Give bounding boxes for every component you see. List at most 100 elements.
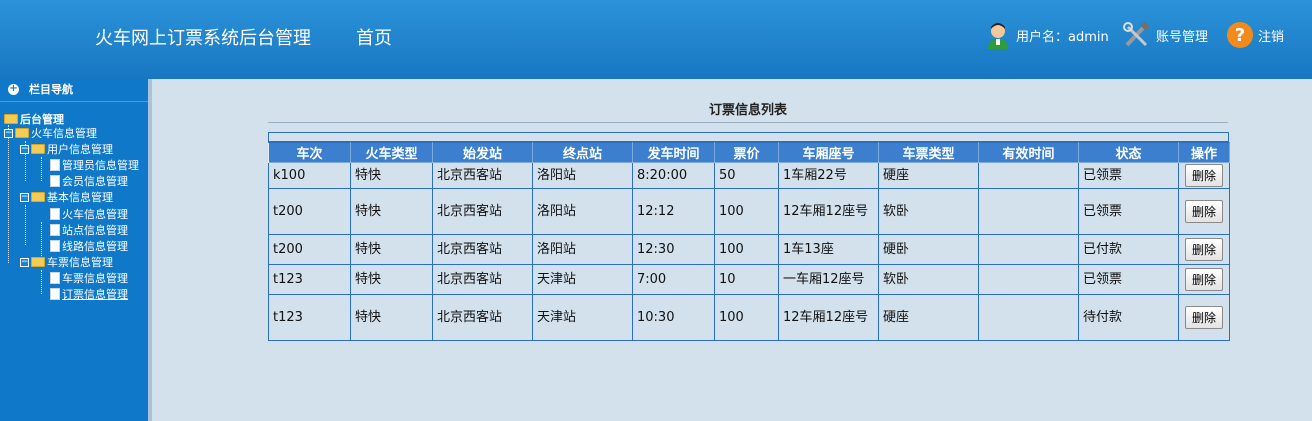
collapse-icon[interactable]: + (8, 83, 19, 95)
table-cell: 软卧 (878, 264, 979, 295)
home-link[interactable]: 首页 (356, 24, 392, 50)
table-cell-actions: 删除 (1178, 234, 1230, 265)
tree-sub-label: 基本信息管理 (47, 191, 113, 204)
user-avatar-icon (988, 23, 1008, 49)
table-cell: k100 (268, 162, 351, 189)
table-cell: 洛阳站 (532, 188, 633, 235)
tree-line (25, 205, 26, 245)
folder-open-icon (31, 144, 45, 154)
sidebar-item-route-info[interactable]: 线路信息管理 (50, 238, 128, 254)
folder-icon (4, 114, 18, 124)
username-label: 用户名：admin (1016, 29, 1109, 45)
sidebar-item-label: 会员信息管理 (62, 175, 128, 188)
table-cell: 已付款 (1078, 234, 1179, 265)
table-cell: t123 (268, 294, 351, 341)
sidebar-splitter[interactable] (148, 79, 152, 421)
table-header-row: 车次 火车类型 始发站 终点站 发车时间 票价 车厢座号 车票类型 有效时间 状态 操作 (268, 142, 1230, 163)
delete-button[interactable]: 删除 (1184, 164, 1223, 187)
table-cell (978, 162, 1079, 189)
table-cell: 特快 (350, 264, 433, 295)
sidebar-item-label: 车票信息管理 (62, 272, 128, 285)
tree-sub-basic[interactable]: − 基本信息管理 (20, 189, 113, 205)
table-cell (978, 264, 1079, 295)
document-icon (50, 175, 60, 187)
table-cell: 已领票 (1078, 188, 1179, 235)
delete-button[interactable]: 删除 (1184, 200, 1223, 223)
tree-group-train[interactable]: − 火车信息管理 (4, 125, 97, 141)
tools-icon (1123, 21, 1150, 47)
table-cell: 硬卧 (878, 234, 979, 265)
account-management-label: 账号管理 (1156, 29, 1209, 45)
table-cell (978, 294, 1079, 341)
table-cell: 10:30 (632, 294, 715, 341)
column-header: 票价 (714, 142, 779, 163)
table-cell: 8:20:00 (632, 162, 715, 189)
document-icon (50, 288, 60, 300)
top-header: 火车网上订票系统后台管理 首页 用户名：admin 账号管理 ? 注销 (0, 0, 1312, 79)
tree-sub-label: 车票信息管理 (47, 256, 113, 269)
document-icon (50, 240, 60, 252)
collapse-toggle-icon[interactable]: − (4, 128, 13, 138)
column-header: 车票类型 (878, 142, 979, 163)
folder-open-icon (15, 128, 29, 138)
table-cell-actions: 删除 (1178, 264, 1230, 295)
help-icon: ? (1227, 22, 1253, 48)
table-body: k100 特快 北京西客站 洛阳站 8:20:00 50 1车厢22号 硬座 已领票 删除 t200… (268, 162, 1230, 341)
sidebar-item-label: 订票信息管理 (62, 288, 128, 301)
sidebar-item-admin-info[interactable]: 管理员信息管理 (50, 157, 139, 173)
logout-label: 注销 (1258, 29, 1285, 45)
tree-line (41, 157, 42, 181)
divider (268, 122, 1228, 123)
table-cell: 50 (714, 162, 779, 189)
table-cell: 特快 (350, 188, 433, 235)
table-cell: t200 (268, 234, 351, 265)
table-cell: t200 (268, 188, 351, 235)
table-cell: t123 (268, 264, 351, 295)
table-row: t200 特快 北京西客站 洛阳站 12:12 100 12车厢12座号 软卧 已领票 删除 (268, 188, 1230, 235)
sidebar-item-order-info[interactable]: 订票信息管理 (50, 286, 128, 302)
tree-sub-user[interactable]: − 用户信息管理 (20, 141, 113, 157)
table-cell: 100 (714, 294, 779, 341)
svg-text:?: ? (1235, 25, 1245, 46)
sidebar-item-label: 线路信息管理 (62, 240, 128, 253)
table-cell: 北京西客站 (432, 188, 533, 235)
tree-line (41, 270, 42, 294)
folder-open-icon (31, 257, 45, 267)
table-cell: 1车厢22号 (778, 162, 879, 189)
table-cell: 12车厢12座号 (778, 188, 879, 235)
table-cell: 100 (714, 234, 779, 265)
column-header: 始发站 (432, 142, 533, 163)
document-icon (50, 208, 60, 220)
table-cell: 12车厢12座号 (778, 294, 879, 341)
delete-button[interactable]: 删除 (1184, 238, 1223, 261)
sidebar-heading-label: 栏目导航 (29, 83, 73, 96)
sidebar-item-label: 火车信息管理 (62, 208, 128, 221)
column-header: 发车时间 (632, 142, 715, 163)
table-cell: 天津站 (532, 294, 633, 341)
document-icon (50, 224, 60, 236)
sidebar-item-member-info[interactable]: 会员信息管理 (50, 173, 128, 189)
collapse-toggle-icon[interactable]: − (20, 257, 29, 267)
delete-button[interactable]: 删除 (1184, 268, 1223, 291)
table-cell: 北京西客站 (432, 264, 533, 295)
order-table: 车次 火车类型 始发站 终点站 发车时间 票价 车厢座号 车票类型 有效时间 状态 操作 k100 特… (268, 142, 1230, 341)
table-cell (978, 188, 1079, 235)
account-management-link[interactable]: 账号管理 (1122, 21, 1208, 49)
table-cell: 特快 (350, 162, 433, 189)
sidebar-item-station-info[interactable]: 站点信息管理 (50, 222, 128, 238)
column-header: 终点站 (532, 142, 633, 163)
sidebar: + 栏目导航 后台管理 − 火车信息管理 − 用户信息管理 管理员信息管理 会员… (0, 79, 148, 421)
delete-button[interactable]: 删除 (1184, 306, 1223, 329)
sidebar-item-label: 站点信息管理 (62, 224, 128, 237)
table-cell: 1车13座 (778, 234, 879, 265)
table-cell: 洛阳站 (532, 162, 633, 189)
sidebar-item-train-info[interactable]: 火车信息管理 (50, 206, 128, 222)
logout-link[interactable]: ? 注销 (1226, 21, 1284, 49)
sidebar-item-ticket-info[interactable]: 车票信息管理 (50, 270, 128, 286)
page-title: 订票信息列表 (708, 103, 787, 118)
collapse-toggle-icon[interactable]: − (20, 192, 29, 202)
collapse-toggle-icon[interactable]: − (20, 144, 29, 154)
divider (0, 101, 148, 102)
table-cell: 北京西客站 (432, 234, 533, 265)
tree-sub-ticket[interactable]: − 车票信息管理 (20, 254, 113, 270)
